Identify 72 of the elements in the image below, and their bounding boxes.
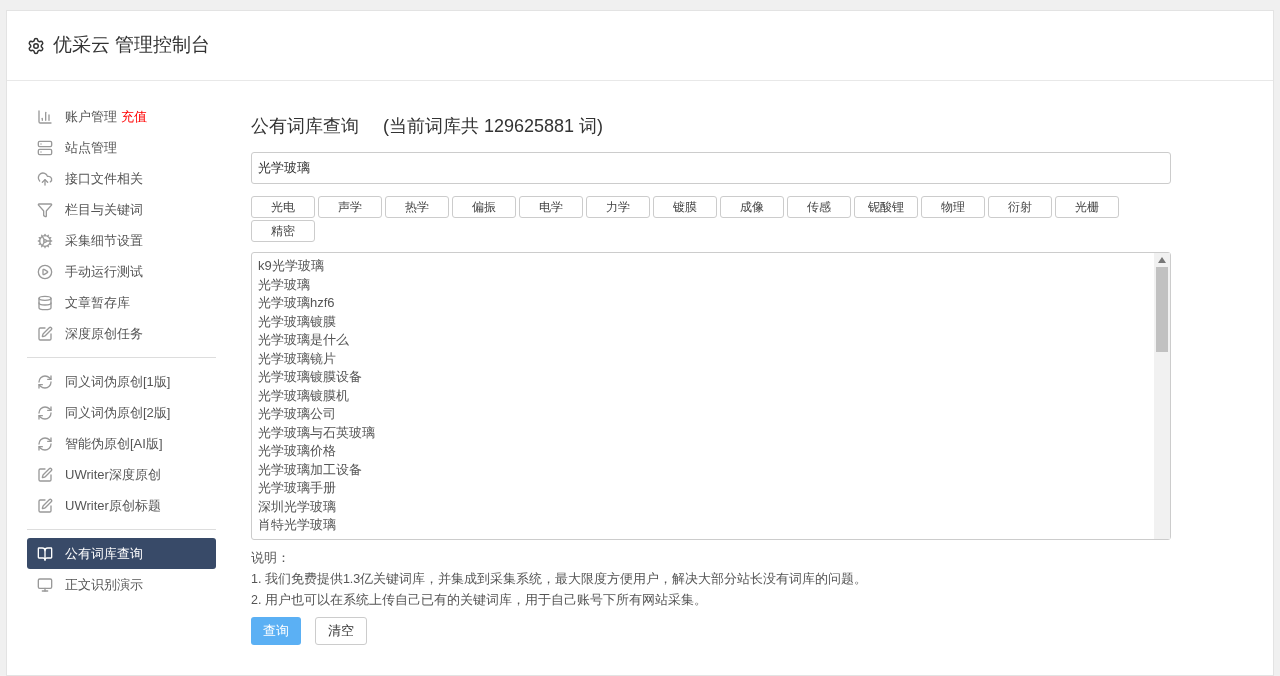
sidebar-item[interactable]: 同义词伪原创[1版] <box>27 366 216 397</box>
result-item[interactable]: 光学玻璃镀膜设备 <box>258 368 362 387</box>
tag-button[interactable]: 光电 <box>251 196 315 218</box>
tag-button[interactable]: 成像 <box>720 196 784 218</box>
tag-button[interactable]: 偏振 <box>452 196 516 218</box>
tag-button[interactable]: 镀膜 <box>653 196 717 218</box>
tag-button[interactable]: 声学 <box>318 196 382 218</box>
result-item[interactable]: 光学玻璃镀膜机 <box>258 386 349 405</box>
sidebar-item[interactable]: 公有词库查询 <box>27 538 216 569</box>
note-text: 2. 用户也可以在系统上传自己已有的关键词库，用于自己账号下所有网站采集。 <box>251 592 707 609</box>
sidebar-item[interactable]: 账户管理 充值 <box>27 101 216 132</box>
tag-button[interactable]: 热学 <box>385 196 449 218</box>
note-text: 1. 我们免费提供1.3亿关键词库，并集成到采集系统，最大限度方便用户，解决大部分站长没有词库的问题。 <box>251 571 868 588</box>
result-item[interactable]: 肖特光学玻璃 <box>258 516 336 535</box>
notes-label: 说明： <box>251 550 290 567</box>
tag-button[interactable]: 铌酸锂 <box>854 196 918 218</box>
bar-chart-icon <box>37 108 53 125</box>
scrollbar-thumb[interactable] <box>1156 267 1168 352</box>
console-title: 优采云 管理控制台 <box>53 33 211 58</box>
sidebar-item[interactable]: 智能伪原创[AI版] <box>27 428 216 459</box>
tag-button[interactable]: 光栅 <box>1055 196 1119 218</box>
refresh-icon <box>37 373 53 390</box>
result-item[interactable]: 光学玻璃价格 <box>258 442 336 461</box>
result-item[interactable]: 光学玻璃加工设备 <box>258 460 362 479</box>
sidebar-item[interactable]: 文章暂存库 <box>27 287 216 318</box>
gears-icon <box>37 232 53 249</box>
edit-icon <box>37 466 53 483</box>
monitor-icon <box>37 576 53 593</box>
edit-icon <box>37 497 53 514</box>
sidebar-item[interactable]: 正文识别演示 <box>27 569 216 600</box>
result-item[interactable]: k9光学玻璃 <box>258 257 324 276</box>
tag-button[interactable]: 衍射 <box>988 196 1052 218</box>
refresh-icon <box>37 435 53 452</box>
tag-button[interactable]: 物理 <box>921 196 985 218</box>
clear-button[interactable]: 清空 <box>315 617 367 645</box>
sidebar-item[interactable]: 栏目与关键词 <box>27 194 216 225</box>
sidebar-item[interactable]: UWriter深度原创 <box>27 459 216 490</box>
server-icon <box>37 139 53 156</box>
recharge-link[interactable]: 充值 <box>121 106 147 127</box>
edit-icon <box>37 325 53 342</box>
result-item[interactable]: 光学玻璃 <box>258 275 310 294</box>
tag-button[interactable]: 力学 <box>586 196 650 218</box>
refresh-icon <box>37 404 53 421</box>
scrollbar[interactable] <box>1154 253 1170 539</box>
result-item[interactable]: 光学玻璃公司 <box>258 405 336 424</box>
word-count: (当前词库共 129625881 词) <box>383 115 604 138</box>
filter-icon <box>37 201 53 218</box>
tag-button[interactable]: 传感 <box>787 196 851 218</box>
play-icon <box>37 263 53 280</box>
sidebar-item[interactable]: 采集细节设置 <box>27 225 216 256</box>
result-item[interactable]: 深圳光学玻璃 <box>258 497 336 516</box>
book-icon <box>37 545 53 562</box>
sidebar-item[interactable]: 同义词伪原创[2版] <box>27 397 216 428</box>
tag-button[interactable]: 精密 <box>251 220 315 242</box>
settings-icon <box>27 36 45 55</box>
search-field[interactable]: 光学玻璃 <box>251 152 1171 184</box>
result-item[interactable]: 光学玻璃镜片 <box>258 349 336 368</box>
result-item[interactable]: 光学玻璃hzf6 <box>258 294 335 313</box>
cloud-upload-icon <box>37 170 53 187</box>
result-item[interactable]: 光学玻璃镀膜 <box>258 312 336 331</box>
sidebar-item[interactable]: 深度原创任务 <box>27 318 216 349</box>
tag-button[interactable]: 电学 <box>519 196 583 218</box>
database-icon <box>37 294 53 311</box>
sidebar-item[interactable]: 站点管理 <box>27 132 216 163</box>
sidebar-item[interactable]: 手动运行测试 <box>27 256 216 287</box>
sidebar-item[interactable]: UWriter原创标题 <box>27 490 216 521</box>
sidebar-item[interactable]: 接口文件相关 <box>27 163 216 194</box>
page-title: 公有词库查询 <box>251 115 359 138</box>
scroll-up-icon[interactable] <box>1158 257 1166 263</box>
result-item[interactable]: 光学玻璃是什么 <box>258 331 349 350</box>
result-item[interactable]: 光学玻璃与石英玻璃 <box>258 423 375 442</box>
result-item[interactable]: 光学玻璃手册 <box>258 479 336 498</box>
